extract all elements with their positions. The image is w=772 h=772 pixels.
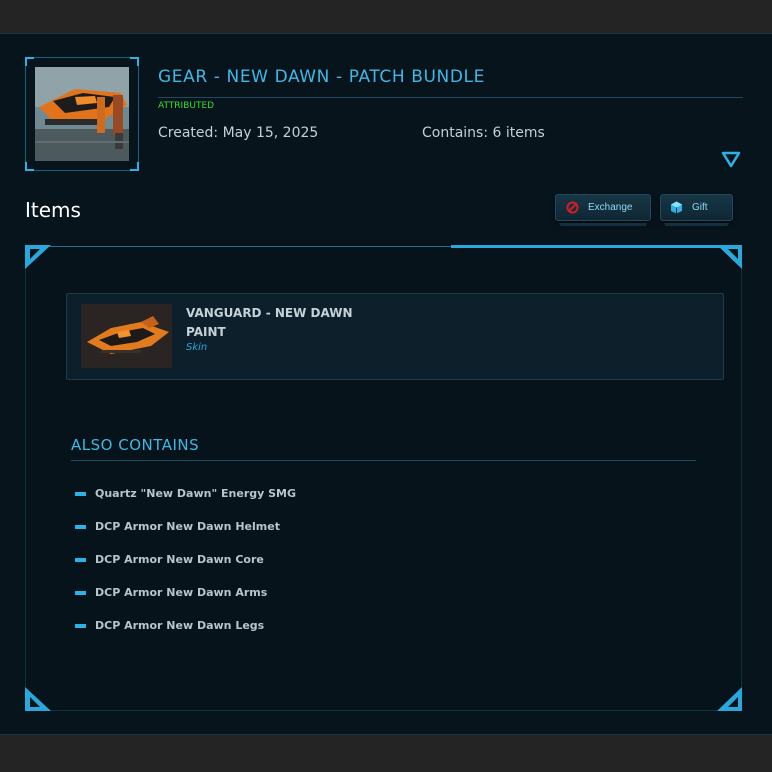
also-contains-heading: ALSO CONTAINS bbox=[71, 436, 200, 454]
list-item: DCP Armor New Dawn Helmet bbox=[75, 518, 296, 551]
created-date: Created: May 15, 2025 bbox=[158, 125, 319, 141]
frame-corner-bottom-left bbox=[25, 687, 51, 711]
bundle-title: GEAR - NEW DAWN - PATCH BUNDLE bbox=[158, 67, 485, 87]
also-contains-list: Quartz "New Dawn" Energy SMG DCP Armor N… bbox=[75, 485, 296, 650]
expand-chevron-icon[interactable] bbox=[721, 151, 741, 169]
frame-corner-top-left bbox=[25, 245, 51, 269]
list-bullet-icon bbox=[75, 525, 86, 529]
item-thumbnail-image bbox=[81, 304, 172, 368]
list-item: DCP Armor New Dawn Core bbox=[75, 551, 296, 584]
gift-button[interactable]: Gift bbox=[660, 194, 733, 226]
also-contains-divider bbox=[71, 460, 696, 461]
tab-divider bbox=[42, 246, 452, 247]
list-bullet-icon bbox=[75, 624, 86, 628]
exchange-label: Exchange bbox=[588, 202, 633, 213]
gift-icon bbox=[670, 201, 683, 214]
list-bullet-icon bbox=[75, 558, 86, 562]
frame-corner-bottom-right bbox=[717, 687, 742, 711]
list-item: DCP Armor New Dawn Arms bbox=[75, 584, 296, 617]
tab-indicator bbox=[451, 245, 722, 248]
frame-corner-top-right bbox=[717, 245, 742, 269]
list-bullet-icon bbox=[75, 591, 86, 595]
title-divider bbox=[158, 97, 743, 98]
list-item: Quartz "New Dawn" Energy SMG bbox=[75, 485, 296, 518]
items-heading: Items bbox=[25, 198, 81, 222]
gift-label: Gift bbox=[692, 202, 708, 213]
list-item: DCP Armor New Dawn Legs bbox=[75, 617, 296, 650]
item-type: Skin bbox=[186, 342, 208, 353]
list-bullet-icon bbox=[75, 492, 86, 496]
contains-count: Contains: 6 items bbox=[422, 125, 545, 141]
item-name: VANGUARD - NEW DAWN PAINT bbox=[186, 306, 353, 339]
bundle-thumbnail-frame bbox=[25, 57, 139, 171]
exchange-icon bbox=[566, 201, 579, 214]
status-badge: ATTRIBUTED bbox=[158, 101, 215, 111]
exchange-button[interactable]: Exchange bbox=[555, 194, 651, 226]
bundle-thumbnail-image bbox=[35, 67, 129, 161]
